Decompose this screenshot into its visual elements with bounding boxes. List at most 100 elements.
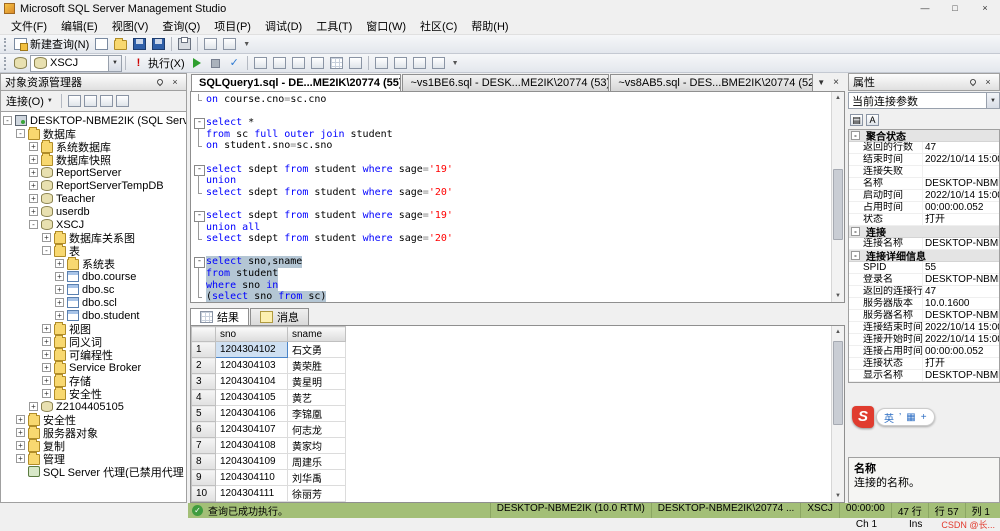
tree-item[interactable]: +Service Broker xyxy=(1,361,186,374)
results-tab[interactable]: 结果 xyxy=(190,308,249,325)
tree-item[interactable]: +服务器对象 xyxy=(1,426,186,439)
expand-icon[interactable]: + xyxy=(42,376,51,385)
grid-cell[interactable]: 1204304112 xyxy=(216,502,288,503)
expand-icon[interactable]: + xyxy=(42,350,51,359)
tree-item[interactable]: +可编程性 xyxy=(1,348,186,361)
editor-tab[interactable]: ~vs1BE6.sql - DESK...ME2IK\20774 (53))* xyxy=(402,74,609,91)
code-line[interactable]: select sdept from student where sage='20… xyxy=(193,233,831,245)
code-line[interactable]: on course.cno=sc.cno xyxy=(193,94,831,106)
tree-item[interactable]: +Teacher xyxy=(1,192,186,205)
property-row[interactable]: 登录名DESKTOP-NBME2IK\20774 xyxy=(849,274,999,286)
grid-cell[interactable]: 黄星明 xyxy=(288,374,346,390)
grid-cell[interactable]: 吴娇娇 xyxy=(288,502,346,503)
save-all-button[interactable] xyxy=(149,36,168,53)
fold-margin[interactable] xyxy=(193,210,206,222)
property-row[interactable]: 结束时间2022/10/14 15:00:3 xyxy=(849,154,999,166)
code-line[interactable]: where sno in xyxy=(193,280,831,292)
grid-cell[interactable]: 黄艺 xyxy=(288,390,346,406)
tree-item[interactable]: +dbo.sc xyxy=(1,283,186,296)
expand-icon[interactable]: + xyxy=(16,454,25,463)
expand-icon[interactable]: + xyxy=(16,428,25,437)
scroll-up-icon[interactable]: ▲ xyxy=(832,92,844,104)
execute-button[interactable]: ! 执行(X) xyxy=(129,55,188,72)
ime-icon[interactable]: ▦ xyxy=(906,412,915,423)
code-line[interactable]: select sdept from student where sage='19… xyxy=(193,210,831,222)
row-header[interactable]: 4 xyxy=(192,390,216,406)
row-header[interactable]: 6 xyxy=(192,422,216,438)
grid-corner[interactable] xyxy=(192,327,216,342)
cancel-query-button[interactable] xyxy=(206,55,225,72)
code-editor[interactable]: on course.cno=sc.cnoselect *from sc full… xyxy=(191,92,831,302)
menu-item[interactable]: 帮助(H) xyxy=(464,16,515,36)
property-row[interactable]: 连接结束时间2022/10/14 15:00:3 xyxy=(849,322,999,334)
code-line[interactable]: select sno,sname xyxy=(193,256,831,268)
outdent-button[interactable] xyxy=(410,55,429,72)
menu-item[interactable]: 窗口(W) xyxy=(359,16,413,36)
fold-margin[interactable] xyxy=(193,256,206,268)
property-row[interactable]: 启动时间2022/10/14 15:00:3 xyxy=(849,190,999,202)
code-line[interactable] xyxy=(193,245,831,257)
expand-icon[interactable]: + xyxy=(42,324,51,333)
change-connection-button[interactable] xyxy=(11,55,30,72)
grid-cell[interactable]: 1204304103 xyxy=(216,358,288,374)
grid-cell[interactable]: 1204304102 xyxy=(216,342,288,358)
grid-cell[interactable]: 刘华禹 xyxy=(288,470,346,486)
alphabetical-sort-icon[interactable]: A xyxy=(866,114,879,126)
menu-item[interactable]: 社区(C) xyxy=(413,16,464,36)
row-header[interactable]: 10 xyxy=(192,486,216,502)
menu-item[interactable]: 工具(T) xyxy=(309,16,359,36)
close-panel-button[interactable]: × xyxy=(981,75,995,89)
property-row[interactable]: 返回的连接行数47 xyxy=(849,286,999,298)
grid-cell[interactable]: 1204304111 xyxy=(216,486,288,502)
parse-button[interactable]: ✓ xyxy=(225,55,244,72)
grid-cell[interactable]: 1204304109 xyxy=(216,454,288,470)
registered-servers-button[interactable] xyxy=(220,36,239,53)
property-row[interactable]: 连接状态打开 xyxy=(849,358,999,370)
editor-tab[interactable]: SQLQuery1.sql - DE...ME2IK\20774 (55))* xyxy=(191,74,401,91)
grid-cell[interactable]: 1204304110 xyxy=(216,470,288,486)
expand-icon[interactable]: + xyxy=(55,298,64,307)
row-header[interactable]: 7 xyxy=(192,438,216,454)
grid-cell[interactable]: 徐丽芳 xyxy=(288,486,346,502)
tree-item[interactable]: +ReportServer xyxy=(1,166,186,179)
tree-item[interactable]: +复制 xyxy=(1,439,186,452)
grid-cell[interactable]: 1204304104 xyxy=(216,374,288,390)
save-button[interactable] xyxy=(130,36,149,53)
refresh-icon[interactable] xyxy=(100,95,113,107)
property-row[interactable]: 连接占用时间00:00:00.052 xyxy=(849,346,999,358)
tree-item[interactable]: +系统表 xyxy=(1,257,186,270)
row-header[interactable]: 11 xyxy=(192,502,216,503)
expand-icon[interactable]: + xyxy=(55,272,64,281)
close-document-icon[interactable]: × xyxy=(830,77,842,88)
tree-item[interactable]: +SQL Server 代理(已禁用代理 XP) xyxy=(1,465,186,478)
grid-cell[interactable]: 李锦凰 xyxy=(288,406,346,422)
code-line[interactable]: select sdept from student where sage='20… xyxy=(193,187,831,199)
toolbar-overflow-chevron[interactable]: ▼ xyxy=(448,60,463,67)
grid-cell[interactable]: 1204304105 xyxy=(216,390,288,406)
code-line[interactable] xyxy=(193,198,831,210)
tree-item[interactable]: +dbo.student xyxy=(1,309,186,322)
collapse-icon[interactable]: - xyxy=(3,116,12,125)
property-row[interactable]: 显示名称DESKTOP-NBME2IK xyxy=(849,370,999,382)
expand-icon[interactable]: + xyxy=(42,337,51,346)
property-row[interactable]: 服务器名称DESKTOP-NBME2IK xyxy=(849,310,999,322)
chevron-down-icon[interactable]: ▼ xyxy=(108,56,121,71)
messages-tab[interactable]: 消息 xyxy=(250,308,309,325)
pin-icon[interactable] xyxy=(969,78,977,86)
row-header[interactable]: 9 xyxy=(192,470,216,486)
tree-item[interactable]: +ReportServerTempDB xyxy=(1,179,186,192)
connect-button[interactable]: 连接(O) ▼ xyxy=(4,93,55,110)
grid-cell[interactable]: 1204304106 xyxy=(216,406,288,422)
tree-item[interactable]: +视图 xyxy=(1,322,186,335)
disconnect-icon[interactable] xyxy=(68,95,81,107)
tree-item[interactable]: +存储 xyxy=(1,374,186,387)
filter-icon[interactable] xyxy=(116,95,129,107)
uncomment-button[interactable] xyxy=(391,55,410,72)
intellisense-button[interactable] xyxy=(289,55,308,72)
toolbar-overflow-chevron[interactable]: ▼ xyxy=(239,41,254,48)
menu-item[interactable]: 视图(V) xyxy=(105,16,156,36)
close-button[interactable]: × xyxy=(970,0,1000,17)
tree-item[interactable]: -表 xyxy=(1,244,186,257)
expand-icon[interactable]: + xyxy=(55,259,64,268)
results-to-text-button[interactable] xyxy=(308,55,327,72)
